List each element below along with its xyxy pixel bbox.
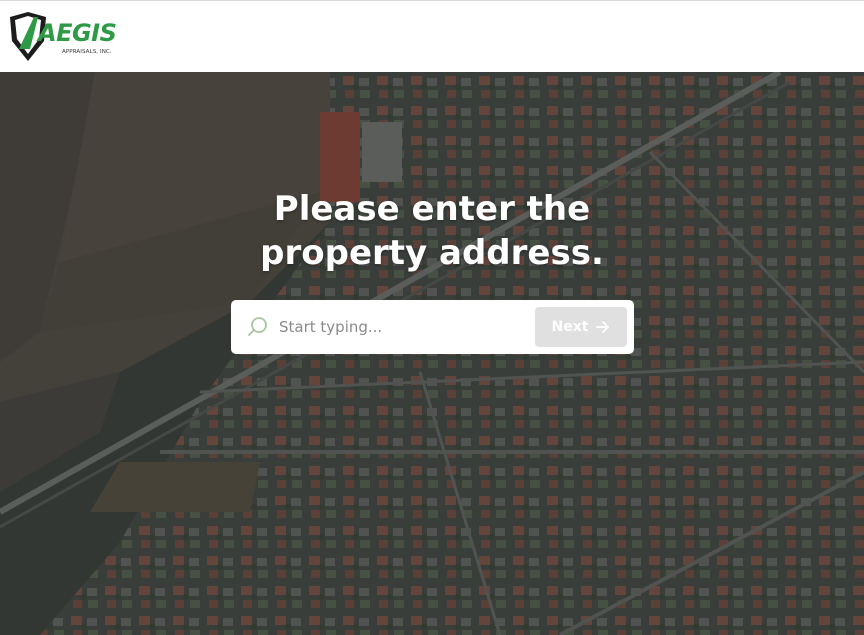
page-headline: Please enter the property address. bbox=[182, 187, 682, 275]
hero-section: Please enter the property address. Next bbox=[0, 72, 864, 635]
headline-line-2: property address. bbox=[260, 233, 604, 273]
headline-line-1: Please enter the bbox=[273, 189, 591, 229]
search-icon bbox=[248, 317, 267, 336]
company-logo[interactable]: AEGIS APPRAISALS, INC. bbox=[8, 11, 118, 65]
address-input[interactable] bbox=[279, 313, 529, 341]
next-button[interactable]: Next bbox=[535, 307, 627, 347]
logo-subtitle: APPRAISALS, INC. bbox=[62, 49, 112, 55]
arrow-right-icon bbox=[596, 321, 610, 333]
next-button-label: Next bbox=[551, 319, 589, 335]
address-search-box: Next bbox=[231, 300, 634, 354]
top-bar: AEGIS APPRAISALS, INC. bbox=[0, 0, 864, 72]
logo-wordmark: AEGIS bbox=[38, 19, 117, 47]
